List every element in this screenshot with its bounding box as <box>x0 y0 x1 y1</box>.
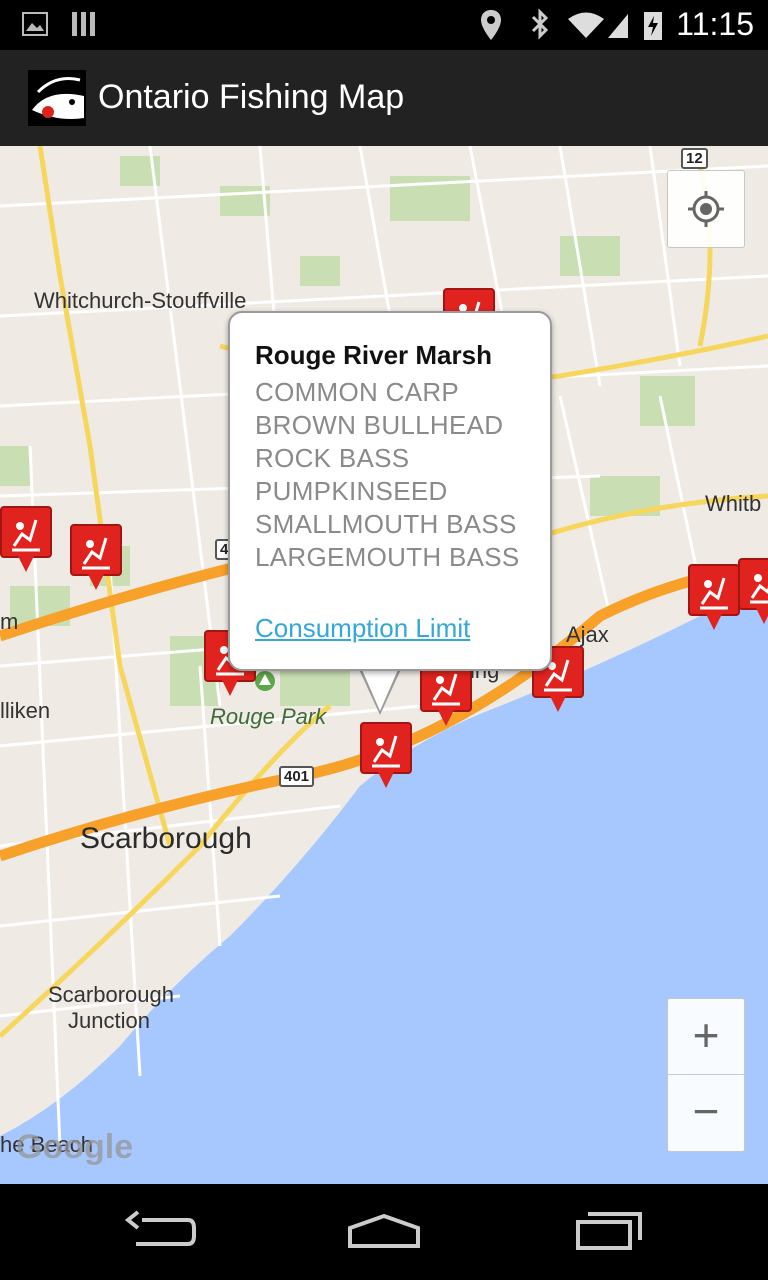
app-title: Ontario Fishing Map <box>98 78 405 116</box>
place-label: lliken <box>0 698 51 723</box>
place-label: Whitb <box>705 491 762 516</box>
bluetooth-icon <box>531 8 549 40</box>
species-item: BROWN BULLHEAD <box>255 410 504 440</box>
place-label: Whitchurch-Stouffville <box>34 288 247 313</box>
fishing-spot-marker-icon[interactable] <box>360 722 412 790</box>
status-bar: 11:15 <box>0 0 768 50</box>
highway-shield: 12 <box>681 148 708 169</box>
place-label: m <box>0 609 19 634</box>
recent-apps-icon[interactable] <box>572 1206 646 1256</box>
fishing-spot-marker-icon[interactable] <box>688 564 740 632</box>
action-bar: Ontario Fishing Map <box>0 50 768 146</box>
zoom-controls: + − <box>667 998 745 1152</box>
species-item: SMALLMOUTH BASS <box>255 509 517 539</box>
info-window-pointer <box>360 665 400 711</box>
city-label: Scarborough <box>80 822 252 855</box>
home-icon[interactable] <box>344 1206 424 1256</box>
back-icon[interactable] <box>122 1206 196 1256</box>
zoom-out-button[interactable]: − <box>668 1075 744 1150</box>
highway-shield: 401 <box>279 766 315 787</box>
species-item: LARGEMOUTH BASS <box>255 542 520 572</box>
google-attribution: Google <box>16 1128 134 1166</box>
park-tree-icon <box>255 671 275 691</box>
species-item: ROCK BASS <box>255 443 410 473</box>
fishing-spot-marker-icon[interactable] <box>0 506 52 574</box>
place-label: Ajax <box>566 622 609 647</box>
crosshair-icon <box>688 191 724 227</box>
species-list: COMMON CARP BROWN BULLHEAD ROCK BASS PUM… <box>255 376 520 574</box>
location-icon <box>481 10 501 40</box>
info-window-title: Rouge River Marsh <box>255 340 492 370</box>
navigation-bar <box>0 1184 768 1280</box>
consumption-limit-link[interactable]: Consumption Limit <box>255 613 470 644</box>
map-view[interactable]: Whitchurch-Stouffville Whitb Ajax ing m … <box>0 146 768 1184</box>
my-location-button[interactable] <box>667 170 745 248</box>
storage-notification-icon <box>72 12 95 36</box>
place-label: Junction <box>68 1008 150 1033</box>
image-notification-icon <box>22 12 48 36</box>
wifi-signal-icon <box>568 12 628 38</box>
species-item: PUMPKINSEED <box>255 476 448 506</box>
battery-charging-icon <box>644 12 662 40</box>
park-label: Rouge Park <box>210 704 327 729</box>
place-label: Scarborough <box>48 982 174 1007</box>
clock: 11:15 <box>676 6 754 42</box>
fishing-spot-marker-icon[interactable] <box>70 524 122 592</box>
zoom-in-button[interactable]: + <box>668 999 744 1075</box>
info-window[interactable]: Rouge River Marsh COMMON CARP BROWN BULL… <box>228 311 552 671</box>
app-logo-icon <box>28 70 86 126</box>
fishing-spot-marker-icon[interactable] <box>738 558 768 626</box>
species-item: COMMON CARP <box>255 377 460 407</box>
